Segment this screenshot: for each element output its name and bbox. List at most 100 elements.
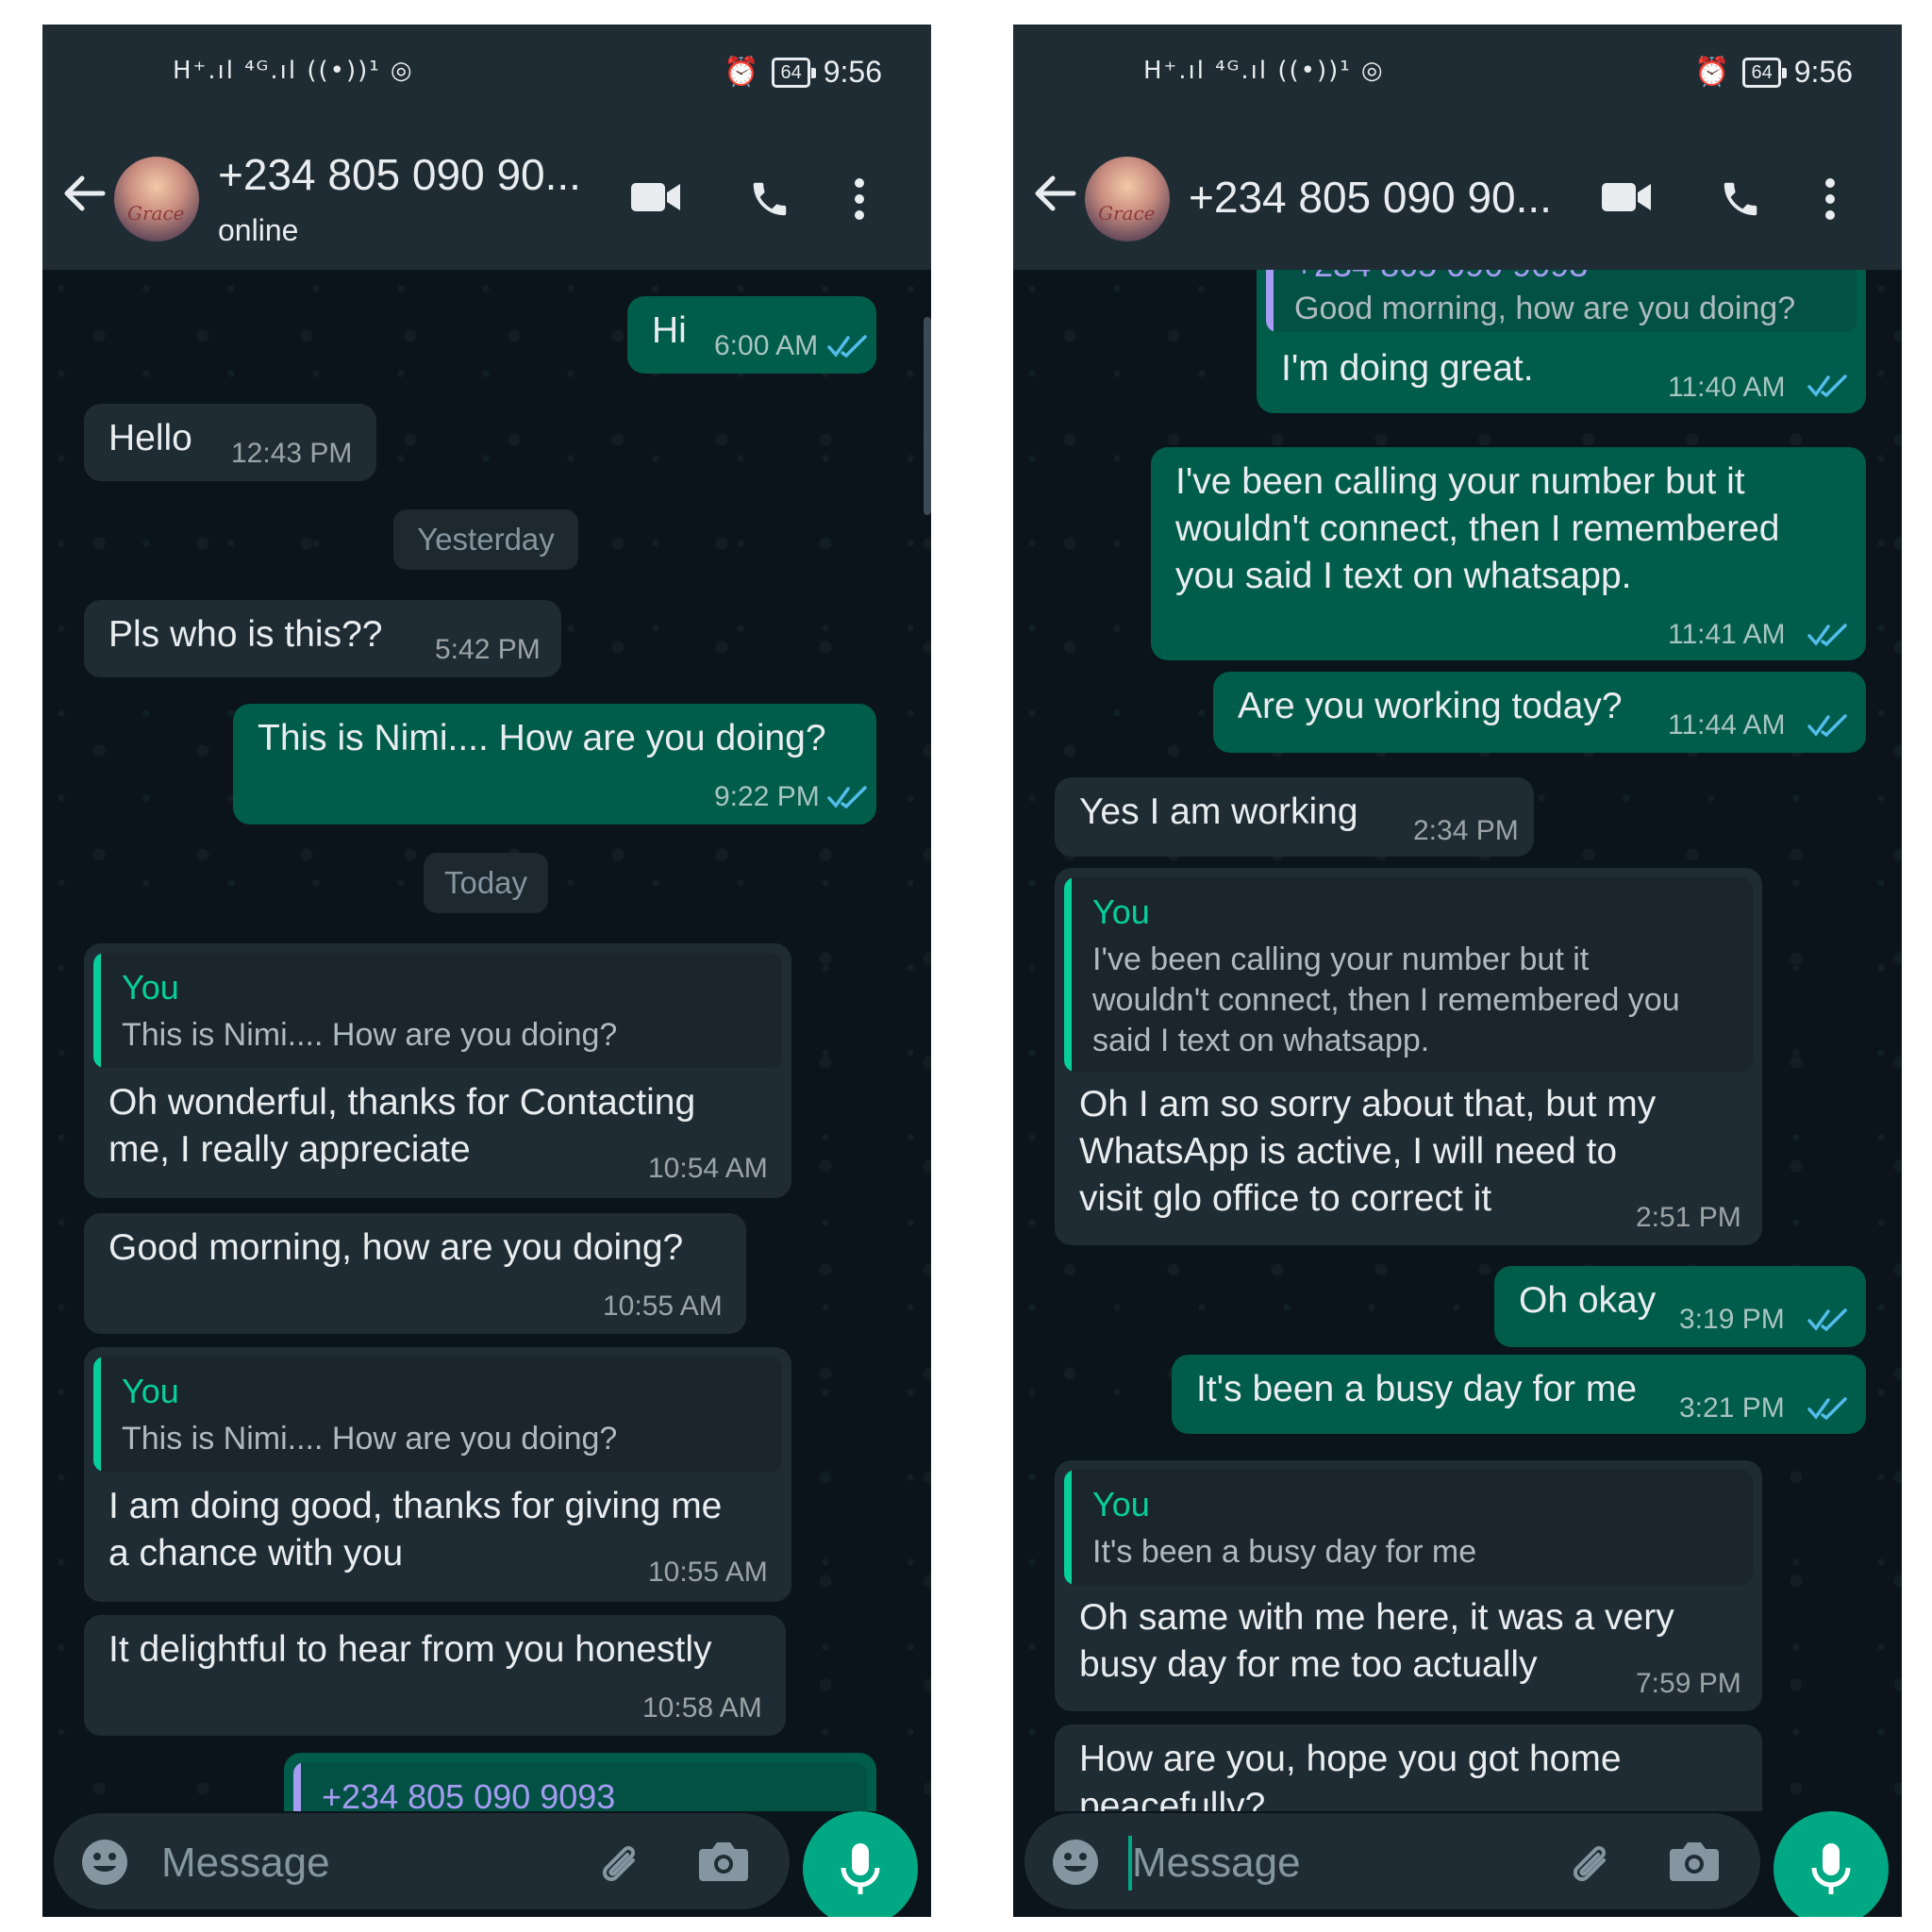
voice-call-icon[interactable] xyxy=(748,177,791,221)
message-text: Oh same with me here, it was a very busy… xyxy=(1079,1597,1674,1685)
message-outgoing[interactable]: Hi 6:00 AM xyxy=(627,296,876,374)
voice-record-button[interactable] xyxy=(803,1811,918,1917)
message-placeholder: Message xyxy=(1132,1840,1301,1886)
message-incoming[interactable]: Hello 12:43 PM xyxy=(84,404,376,481)
message-incoming[interactable]: Pls who is this?? 5:42 PM xyxy=(84,600,561,677)
message-outgoing[interactable]: Are you working today? 11:44 AM xyxy=(1213,672,1866,753)
chat-header: Grace +234 805 090 90... xyxy=(1013,128,1902,270)
message-time: 2:34 PM xyxy=(1413,815,1519,846)
video-call-icon[interactable] xyxy=(1600,177,1653,215)
quote-text: I've been calling your number but it wou… xyxy=(1092,941,1680,1058)
emoji-icon[interactable] xyxy=(80,1838,129,1887)
quote-author: You xyxy=(1092,892,1150,931)
quote-text: This is Nimi.... How are you doing? xyxy=(122,1017,618,1053)
quoted-message[interactable]: You This is Nimi.... How are you doing? xyxy=(93,953,782,1068)
video-call-icon[interactable] xyxy=(629,177,682,215)
voice-record-button[interactable] xyxy=(1774,1811,1889,1917)
date-chip: Today xyxy=(424,853,548,913)
attach-icon[interactable] xyxy=(1562,1836,1615,1889)
message-outgoing[interactable]: Oh okay 3:19 PM xyxy=(1494,1266,1866,1347)
battery-icon: 64 xyxy=(772,57,817,88)
message-outgoing[interactable]: +234 805 090 9093 Good morning, how are … xyxy=(1257,270,1866,413)
message-time: 10:55 AM xyxy=(648,1557,768,1588)
message-incoming[interactable]: You This is Nimi.... How are you doing? … xyxy=(84,1347,791,1602)
message-text: Are you working today? xyxy=(1238,686,1623,726)
mic-icon xyxy=(1811,1843,1851,1894)
quoted-message[interactable]: You I've been calling your number but it… xyxy=(1064,877,1753,1072)
scrollbar[interactable] xyxy=(924,317,931,515)
message-incoming[interactable]: Yes I am working 2:34 PM xyxy=(1055,777,1534,857)
message-outgoing[interactable]: +234 805 090 9093 xyxy=(284,1753,876,1811)
message-time: 7:59 PM xyxy=(1636,1668,1741,1699)
contact-name[interactable]: +234 805 090 90... xyxy=(218,149,581,200)
attach-icon[interactable] xyxy=(591,1836,644,1889)
double-tick-icon xyxy=(1807,624,1847,647)
clock: 9:56 xyxy=(823,55,882,89)
more-options-icon[interactable] xyxy=(1823,177,1838,221)
message-time: 11:44 AM xyxy=(1668,709,1786,741)
double-tick-icon xyxy=(1807,714,1847,738)
message-text: Hello xyxy=(108,418,192,458)
alarm-icon: ⏰ xyxy=(1694,56,1730,89)
message-incoming[interactable]: You It's been a busy day for me Oh same … xyxy=(1055,1460,1762,1711)
message-time: 3:19 PM xyxy=(1679,1304,1785,1335)
message-text: I've been calling your number but it wou… xyxy=(1175,461,1780,596)
message-incoming[interactable]: Good morning, how are you doing? 10:55 A… xyxy=(84,1213,746,1334)
message-text: Good morning, how are you doing? xyxy=(108,1227,684,1268)
message-text: I am doing good, thanks for giving me a … xyxy=(108,1486,723,1574)
date-chip: Yesterday xyxy=(393,509,578,570)
contact-name[interactable]: +234 805 090 90... xyxy=(1189,172,1552,223)
more-options-icon[interactable] xyxy=(852,177,867,221)
message-outgoing[interactable]: It's been a busy day for me 3:21 PM xyxy=(1172,1355,1866,1434)
back-arrow-icon[interactable] xyxy=(1032,171,1077,216)
quote-text: Good morning, how are you doing? xyxy=(1294,291,1796,326)
message-input[interactable]: Message xyxy=(54,1813,790,1909)
quote-author: You xyxy=(1092,1485,1150,1524)
message-time: 10:54 AM xyxy=(648,1153,768,1184)
quote-author: +234 805 090 9093 xyxy=(322,1777,616,1811)
emoji-icon[interactable] xyxy=(1051,1838,1100,1887)
message-outgoing[interactable]: This is Nimi.... How are you doing? 9:22… xyxy=(233,704,876,824)
message-incoming[interactable]: You This is Nimi.... How are you doing? … xyxy=(84,943,791,1198)
chat-header: Grace +234 805 090 90... online xyxy=(42,128,931,270)
message-outgoing[interactable]: I've been calling your number but it wou… xyxy=(1151,447,1866,660)
alarm-icon: ⏰ xyxy=(724,56,759,89)
status-bar: H⁺.ıl ⁴ᴳ.ıl ((•))¹ ◎ ⏰ 64 9:56 xyxy=(42,25,931,128)
message-text: It's been a busy day for me xyxy=(1196,1369,1638,1409)
status-bar: H⁺.ıl ⁴ᴳ.ıl ((•))¹ ◎ ⏰ 64 9:56 xyxy=(1013,25,1902,128)
voice-call-icon[interactable] xyxy=(1719,177,1762,221)
message-time: 12:43 PM xyxy=(231,438,353,469)
message-time: 10:58 AM xyxy=(642,1692,762,1724)
quote-author: You xyxy=(122,1372,179,1410)
chat-area[interactable]: Hi 6:00 AM Hello 12:43 PM Yesterday Pls … xyxy=(42,270,931,1811)
camera-icon[interactable] xyxy=(697,1838,750,1885)
double-tick-icon xyxy=(1807,1308,1847,1332)
double-tick-icon xyxy=(1807,1397,1847,1421)
double-tick-icon xyxy=(827,335,867,358)
quote-text: It's been a busy day for me xyxy=(1092,1534,1477,1570)
message-text: How are you, hope you got home peacefull… xyxy=(1079,1739,1622,1811)
message-incoming[interactable]: It delightful to hear from you honestly … xyxy=(84,1615,786,1736)
message-incoming[interactable]: How are you, hope you got home peacefull… xyxy=(1055,1724,1762,1811)
avatar[interactable]: Grace xyxy=(114,157,199,242)
quoted-message[interactable]: You This is Nimi.... How are you doing? xyxy=(93,1357,782,1472)
camera-icon[interactable] xyxy=(1668,1838,1721,1885)
chat-area[interactable]: +234 805 090 9093 Good morning, how are … xyxy=(1013,270,1902,1811)
double-tick-icon xyxy=(827,786,867,809)
phone-screen-left: H⁺.ıl ⁴ᴳ.ıl ((•))¹ ◎ ⏰ 64 9:56 Grace +23… xyxy=(42,25,931,1917)
message-incoming[interactable]: You I've been calling your number but it… xyxy=(1055,868,1762,1245)
message-time: 6:00 AM xyxy=(714,330,819,361)
composer: Message xyxy=(1013,1811,1902,1917)
quoted-message[interactable]: You It's been a busy day for me xyxy=(1064,1470,1753,1585)
avatar[interactable]: Grace xyxy=(1085,157,1170,242)
quoted-message[interactable]: +234 805 090 9093 Good morning, how are … xyxy=(1266,270,1857,332)
quote-author: +234 805 090 9093 xyxy=(1294,270,1588,285)
double-tick-icon xyxy=(1807,375,1847,398)
message-text: This is Nimi.... How are you doing? xyxy=(258,718,826,758)
quoted-message[interactable]: +234 805 090 9093 xyxy=(293,1762,867,1811)
message-input[interactable]: Message xyxy=(1024,1813,1760,1909)
message-text: Hi xyxy=(652,310,687,351)
message-text: I'm doing great. xyxy=(1281,348,1534,389)
back-arrow-icon[interactable] xyxy=(61,171,107,216)
mic-icon xyxy=(841,1843,880,1894)
